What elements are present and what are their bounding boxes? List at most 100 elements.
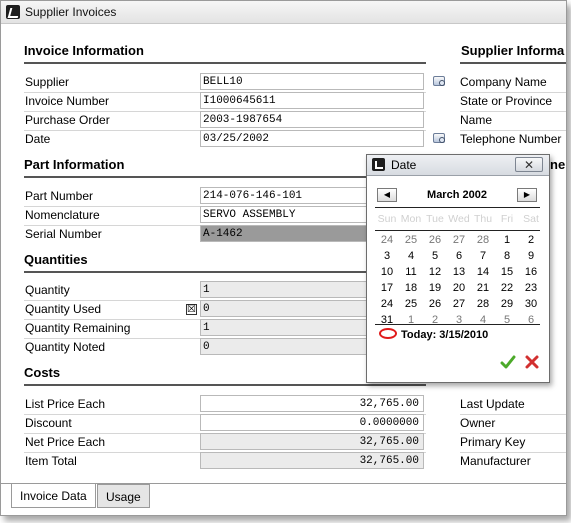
row-divider bbox=[460, 111, 566, 112]
part-number-label: Part Number bbox=[25, 189, 94, 203]
telephone-label: Telephone Number bbox=[460, 132, 562, 146]
calendar-day[interactable]: 10 bbox=[375, 266, 399, 278]
purchase-order-field[interactable]: 2003-1987654 bbox=[200, 111, 424, 128]
purchase-order-label: Purchase Order bbox=[25, 113, 110, 127]
date-label: Date bbox=[25, 132, 51, 146]
calendar-day[interactable]: 5 bbox=[495, 314, 519, 326]
costs-section-heading: Costs bbox=[24, 365, 61, 380]
today-label[interactable]: Today: 3/15/2010 bbox=[401, 329, 488, 341]
calendar-day[interactable]: 14 bbox=[471, 266, 495, 278]
supplier-field[interactable]: BELL10 bbox=[200, 73, 424, 90]
last-update-label: Last Update bbox=[460, 397, 525, 411]
weekday-label: Fri bbox=[500, 213, 514, 225]
calendar-day[interactable]: 27 bbox=[447, 298, 471, 310]
weekday-label: Sun bbox=[377, 213, 397, 225]
calendar-day[interactable]: 5 bbox=[423, 250, 447, 262]
quantity-label: Quantity bbox=[25, 283, 70, 297]
calendar-day[interactable]: 6 bbox=[447, 250, 471, 262]
calendar-day[interactable]: 4 bbox=[399, 250, 423, 262]
part-section-heading: Part Information bbox=[24, 157, 125, 172]
calendar-day[interactable]: 26 bbox=[423, 298, 447, 310]
row-divider bbox=[460, 414, 566, 415]
calendar-day[interactable]: 7 bbox=[471, 250, 495, 262]
primary-key-label: Primary Key bbox=[460, 435, 526, 449]
calendar-day[interactable]: 12 bbox=[423, 266, 447, 278]
row-divider bbox=[460, 452, 566, 453]
section-rule bbox=[24, 62, 426, 64]
checkmark-icon[interactable] bbox=[500, 354, 516, 370]
supplier-info-heading: Supplier Informa bbox=[461, 43, 565, 58]
section-rule bbox=[460, 62, 566, 64]
calendar-day[interactable]: 15 bbox=[495, 266, 519, 278]
discount-label: Discount bbox=[25, 416, 72, 430]
calendar-day[interactable]: 17 bbox=[375, 282, 399, 294]
owner-label: Owner bbox=[460, 416, 496, 430]
weekday-label: Tue bbox=[426, 213, 444, 225]
list-price-field[interactable]: 32,765.00 bbox=[200, 395, 424, 412]
discount-field[interactable]: 0.0000000 bbox=[200, 414, 424, 431]
calendar-day[interactable]: 29 bbox=[495, 298, 519, 310]
calendar-day[interactable]: 8 bbox=[495, 250, 519, 262]
calendar-day[interactable]: 31 bbox=[375, 314, 399, 326]
item-total-label: Item Total bbox=[25, 454, 77, 468]
calendar-day[interactable]: 25 bbox=[399, 234, 423, 246]
title-bar: Supplier Invoices bbox=[1, 1, 566, 24]
supplier-lookup-icon[interactable] bbox=[433, 75, 447, 87]
calendar-day[interactable]: 3 bbox=[447, 314, 471, 326]
close-button[interactable]: ✕ bbox=[515, 157, 543, 172]
supplier-invoices-window: Supplier Invoices Invoice Information Su… bbox=[0, 0, 567, 516]
calendar-day[interactable]: 24 bbox=[375, 298, 399, 310]
invoice-number-label: Invoice Number bbox=[25, 94, 110, 108]
invoice-section-heading: Invoice Information bbox=[24, 43, 144, 58]
invoice-number-field[interactable]: I1000645611 bbox=[200, 92, 424, 109]
calendar-day[interactable]: 11 bbox=[399, 266, 423, 278]
calendar-day[interactable]: 28 bbox=[471, 234, 495, 246]
quantity-noted-label: Quantity Noted bbox=[25, 340, 106, 354]
weekday-label: Mon bbox=[400, 213, 422, 225]
calendar-day[interactable]: 28 bbox=[471, 298, 495, 310]
calendar-day[interactable]: 18 bbox=[399, 282, 423, 294]
row-divider bbox=[460, 433, 566, 434]
state-label: State or Province bbox=[460, 94, 553, 108]
quantity-used-label: Quantity Used bbox=[25, 302, 102, 316]
row-divider bbox=[460, 92, 566, 93]
window-title: Supplier Invoices bbox=[25, 5, 117, 19]
row-divider bbox=[460, 130, 566, 131]
nomenclature-label: Nomenclature bbox=[25, 208, 100, 222]
calendar-day[interactable]: 1 bbox=[495, 234, 519, 246]
date-lookup-icon[interactable] bbox=[433, 132, 447, 144]
calendar-day[interactable]: 21 bbox=[471, 282, 495, 294]
calendar-day[interactable]: 23 bbox=[519, 282, 543, 294]
date-field[interactable]: 03/25/2002 bbox=[200, 130, 424, 147]
calendar-day[interactable]: 19 bbox=[423, 282, 447, 294]
calendar-divider bbox=[375, 230, 540, 231]
calendar-day[interactable]: 27 bbox=[447, 234, 471, 246]
calendar-day[interactable]: 20 bbox=[447, 282, 471, 294]
calendar-day[interactable]: 3 bbox=[375, 250, 399, 262]
quantity-used-checkbox[interactable]: ☒ bbox=[186, 304, 197, 315]
prev-month-button[interactable]: ◀ bbox=[377, 188, 397, 202]
calendar-day[interactable]: 2 bbox=[423, 314, 447, 326]
section-rule bbox=[24, 384, 426, 386]
calendar-day[interactable]: 22 bbox=[495, 282, 519, 294]
x-icon[interactable] bbox=[524, 354, 540, 370]
tab-bar: Invoice Data Usage bbox=[1, 483, 566, 515]
calendar-day[interactable]: 24 bbox=[375, 234, 399, 246]
calendar-day[interactable]: 30 bbox=[519, 298, 543, 310]
tab-usage[interactable]: Usage bbox=[97, 484, 150, 508]
calendar-day[interactable]: 9 bbox=[519, 250, 543, 262]
list-price-label: List Price Each bbox=[25, 397, 106, 411]
calendar-day[interactable]: 6 bbox=[519, 314, 543, 326]
next-month-button[interactable]: ▶ bbox=[517, 188, 537, 202]
calendar-day[interactable]: 25 bbox=[399, 298, 423, 310]
tab-invoice-data[interactable]: Invoice Data bbox=[11, 484, 96, 508]
calendar-day[interactable]: 4 bbox=[471, 314, 495, 326]
name-label: Name bbox=[460, 113, 493, 127]
calendar-day[interactable]: 13 bbox=[447, 266, 471, 278]
item-total-field: 32,765.00 bbox=[200, 452, 424, 469]
calendar-day[interactable]: 26 bbox=[423, 234, 447, 246]
calendar-day[interactable]: 16 bbox=[519, 266, 543, 278]
calendar-day[interactable]: 2 bbox=[519, 234, 543, 246]
calendar-day[interactable]: 1 bbox=[399, 314, 423, 326]
weekday-label: Thu bbox=[473, 213, 493, 225]
